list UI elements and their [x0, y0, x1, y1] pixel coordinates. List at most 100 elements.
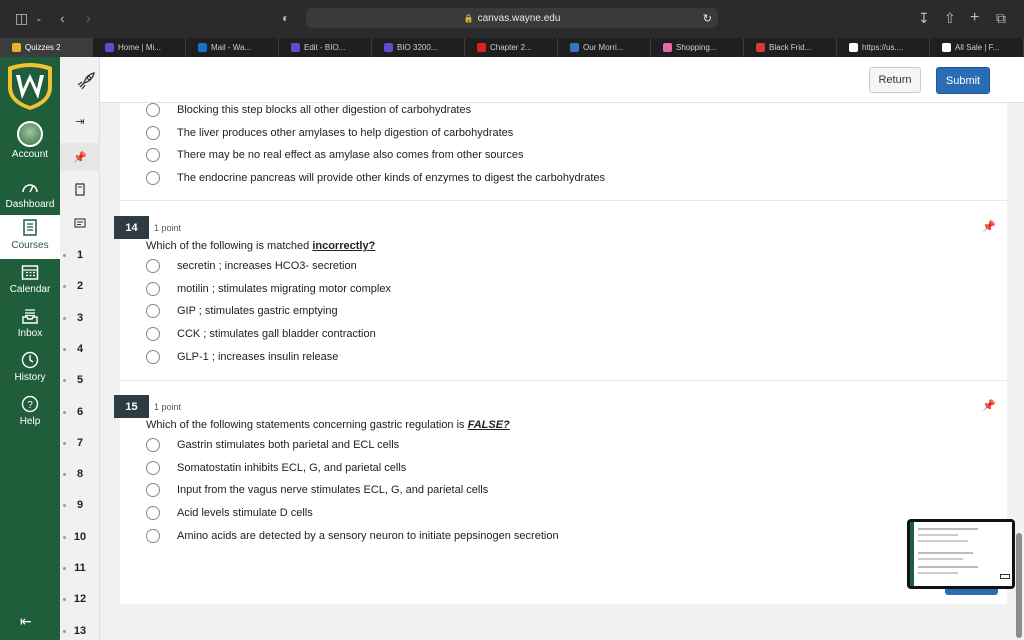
radio-button[interactable] — [146, 171, 160, 186]
question-nav-item[interactable]: 3 — [60, 312, 100, 324]
reload-icon[interactable]: ↻ — [703, 12, 712, 25]
share-icon[interactable]: ⇧ — [944, 10, 956, 26]
nav-dashboard[interactable]: Dashboard — [0, 174, 60, 218]
question-nav-item[interactable]: 1 — [60, 249, 100, 261]
answer-option-label: motilin ; stimulates migrating motor com… — [177, 282, 391, 295]
nav-courses[interactable]: Courses — [0, 215, 60, 259]
browser-tab[interactable]: https://us.... — [837, 38, 930, 57]
question-nav-item[interactable]: 11 — [60, 562, 100, 574]
pin-icon[interactable]: 📌 — [72, 149, 88, 165]
question-nav-item[interactable]: 8 — [60, 468, 100, 480]
question-number-badge: 15 — [114, 395, 149, 418]
answer-option[interactable]: Somatostatin inhibits ECL, G, and pariet… — [146, 460, 406, 476]
download-icon[interactable]: ↧ — [918, 10, 930, 26]
submit-button[interactable]: Submit — [936, 67, 990, 94]
radio-button[interactable] — [146, 327, 160, 342]
scrollbar[interactable] — [1016, 533, 1022, 638]
avatar[interactable] — [17, 121, 43, 147]
shield-icon[interactable]: ◐ — [282, 10, 289, 26]
answer-option[interactable]: The endocrine pancreas will provide othe… — [146, 170, 605, 186]
return-button[interactable]: Return — [869, 67, 921, 93]
browser-tab-label: BIO 3200... — [397, 43, 438, 52]
browser-tab[interactable]: Home | Mi... — [93, 38, 186, 57]
browser-tab[interactable]: Black Frid... — [744, 38, 837, 57]
question-nav-item[interactable]: 13 — [60, 625, 100, 637]
answer-option[interactable]: Amino acids are detected by a sensory ne… — [146, 528, 559, 544]
sidebar-icon[interactable]: ◫ — [15, 10, 28, 26]
pin-icon[interactable]: 📌 — [982, 399, 996, 412]
back-icon[interactable]: ‹ — [60, 10, 65, 26]
favicon-icon — [849, 43, 858, 52]
browser-tab[interactable]: Quizzes 2 — [0, 38, 93, 57]
browser-tab-label: Home | Mi... — [118, 43, 161, 52]
bookmark-icon[interactable] — [72, 181, 88, 197]
radio-button[interactable] — [146, 304, 160, 319]
answer-option[interactable]: GIP ; stimulates gastric emptying — [146, 303, 338, 319]
answer-option[interactable]: Blocking this step blocks all other dige… — [146, 102, 471, 118]
screenshot-thumbnail[interactable] — [907, 519, 1015, 589]
answer-option[interactable]: Input from the vagus nerve stimulates EC… — [146, 482, 488, 498]
radio-button[interactable] — [146, 460, 160, 475]
nav-calendar[interactable]: Calendar — [0, 259, 60, 303]
question-nav-item[interactable]: 5 — [60, 374, 100, 386]
answer-option[interactable]: Gastrin stimulates both parietal and ECL… — [146, 437, 399, 453]
browser-tab[interactable]: Mail - Wa... — [186, 38, 279, 57]
question-nav-item[interactable]: 2 — [60, 280, 100, 292]
address-bar[interactable]: 🔒 canvas.wayne.edu ↻ — [306, 8, 718, 28]
browser-tab[interactable]: Shopping... — [651, 38, 744, 57]
answer-option[interactable]: The liver produces other amylases to hel… — [146, 125, 513, 141]
question-status-dot — [63, 535, 66, 539]
answer-option[interactable]: Acid levels stimulate D cells — [146, 505, 313, 521]
radio-button[interactable] — [146, 349, 160, 364]
answer-option[interactable]: CCK ; stimulates gall bladder contractio… — [146, 326, 376, 342]
question-nav-item[interactable]: 12 — [60, 593, 100, 605]
nav-courses-label: Courses — [11, 240, 49, 251]
answer-option[interactable]: There may be no real effect as amylase a… — [146, 147, 523, 163]
browser-tab-label: Our Morri... — [583, 43, 624, 52]
browser-tab-label: https://us.... — [862, 43, 904, 52]
question-nav-item[interactable]: 6 — [60, 406, 100, 418]
expand-panel-icon[interactable]: ⇥ — [72, 113, 88, 129]
browser-tab[interactable]: Our Morri... — [558, 38, 651, 57]
forward-icon[interactable]: › — [86, 10, 91, 26]
radio-button[interactable] — [146, 259, 160, 273]
nav-history[interactable]: History — [0, 347, 60, 391]
favicon-icon — [384, 43, 393, 52]
divider — [120, 380, 1007, 381]
nav-help[interactable]: ? Help — [0, 391, 60, 435]
answer-option-label: Gastrin stimulates both parietal and ECL… — [177, 439, 400, 451]
question-nav-item[interactable]: 10 — [60, 531, 100, 543]
answer-option[interactable]: secretin ; increases HCO3- secretion — [146, 258, 357, 274]
nav-account[interactable]: Account — [0, 149, 60, 169]
question-nav-item[interactable]: 4 — [60, 343, 100, 355]
collapse-nav-icon[interactable]: ⇤ — [20, 613, 32, 630]
radio-button[interactable] — [146, 103, 160, 117]
radio-button[interactable] — [146, 125, 160, 140]
browser-tab[interactable]: All Sale | F... — [930, 38, 1024, 57]
question-nav-item[interactable]: 7 — [60, 437, 100, 449]
radio-button[interactable] — [146, 281, 160, 296]
chevron-down-icon[interactable]: ⌄ — [35, 10, 43, 26]
rocket-icon[interactable] — [76, 71, 96, 96]
browser-tab[interactable]: Chapter 2... — [465, 38, 558, 57]
nav-inbox[interactable]: Inbox — [0, 303, 60, 347]
pin-icon[interactable]: 📌 — [982, 220, 996, 233]
help-icon: ? — [20, 394, 40, 414]
question-nav-item[interactable]: 9 — [60, 499, 100, 511]
new-tab-icon[interactable]: + — [970, 10, 979, 26]
tab-overview-icon[interactable]: ⧉ — [996, 10, 1006, 26]
radio-button[interactable] — [146, 148, 160, 163]
nav-history-label: History — [14, 372, 46, 383]
answer-option[interactable]: GLP-1 ; increases insulin release — [146, 349, 338, 365]
radio-button[interactable] — [146, 528, 160, 543]
question-status-dot — [63, 441, 66, 445]
radio-button[interactable] — [146, 438, 160, 452]
radio-button[interactable] — [146, 506, 160, 521]
list-icon[interactable] — [72, 215, 88, 231]
answer-option[interactable]: motilin ; stimulates migrating motor com… — [146, 281, 391, 297]
radio-button[interactable] — [146, 483, 160, 498]
wayne-state-logo[interactable] — [4, 61, 56, 111]
browser-tab[interactable]: BIO 3200... — [372, 38, 465, 57]
browser-tab[interactable]: Edit - BIO... — [279, 38, 372, 57]
calendar-icon — [20, 262, 40, 282]
